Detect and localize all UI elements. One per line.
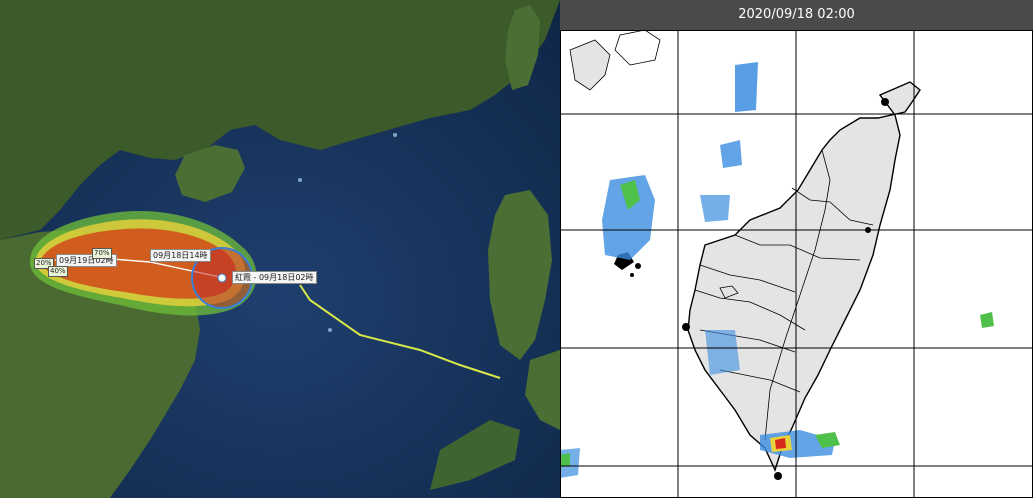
radar-station-marker: [682, 323, 690, 331]
satellite-map-svg: [0, 0, 560, 498]
radar-panel: 2020/09/18 02:00: [560, 0, 1033, 498]
radar-echo: [720, 140, 742, 168]
radar-timestamp: 2020/09/18 02:00: [560, 0, 1033, 30]
radar-station-marker: [881, 98, 889, 106]
reef: [298, 178, 302, 182]
forecast-12h-label: 09月18日14時: [150, 249, 211, 262]
current-position-label: 紅霞 - 09月18日02時: [232, 271, 317, 284]
probability-label: 40%: [48, 266, 68, 277]
radar-echo-dark: [635, 263, 641, 269]
typhoon-track-map: 紅霞 - 09月18日02時 09月18日14時 09月19日02時 20% 4…: [0, 0, 560, 498]
radar-echo: [705, 330, 740, 375]
composite-view: 紅霞 - 09月18日02時 09月18日14時 09月19日02時 20% 4…: [0, 0, 1033, 498]
reef: [328, 328, 332, 332]
radar-map-svg: [560, 30, 1033, 498]
probability-label: 70%: [92, 248, 112, 259]
radar-echo: [560, 453, 570, 467]
reef: [393, 133, 397, 137]
radar-echo: [700, 195, 730, 222]
radar-echo-dark: [630, 273, 634, 277]
typhoon-eye-icon: [217, 273, 227, 283]
radar-station-marker: [774, 472, 782, 480]
radar-echo: [735, 62, 758, 112]
